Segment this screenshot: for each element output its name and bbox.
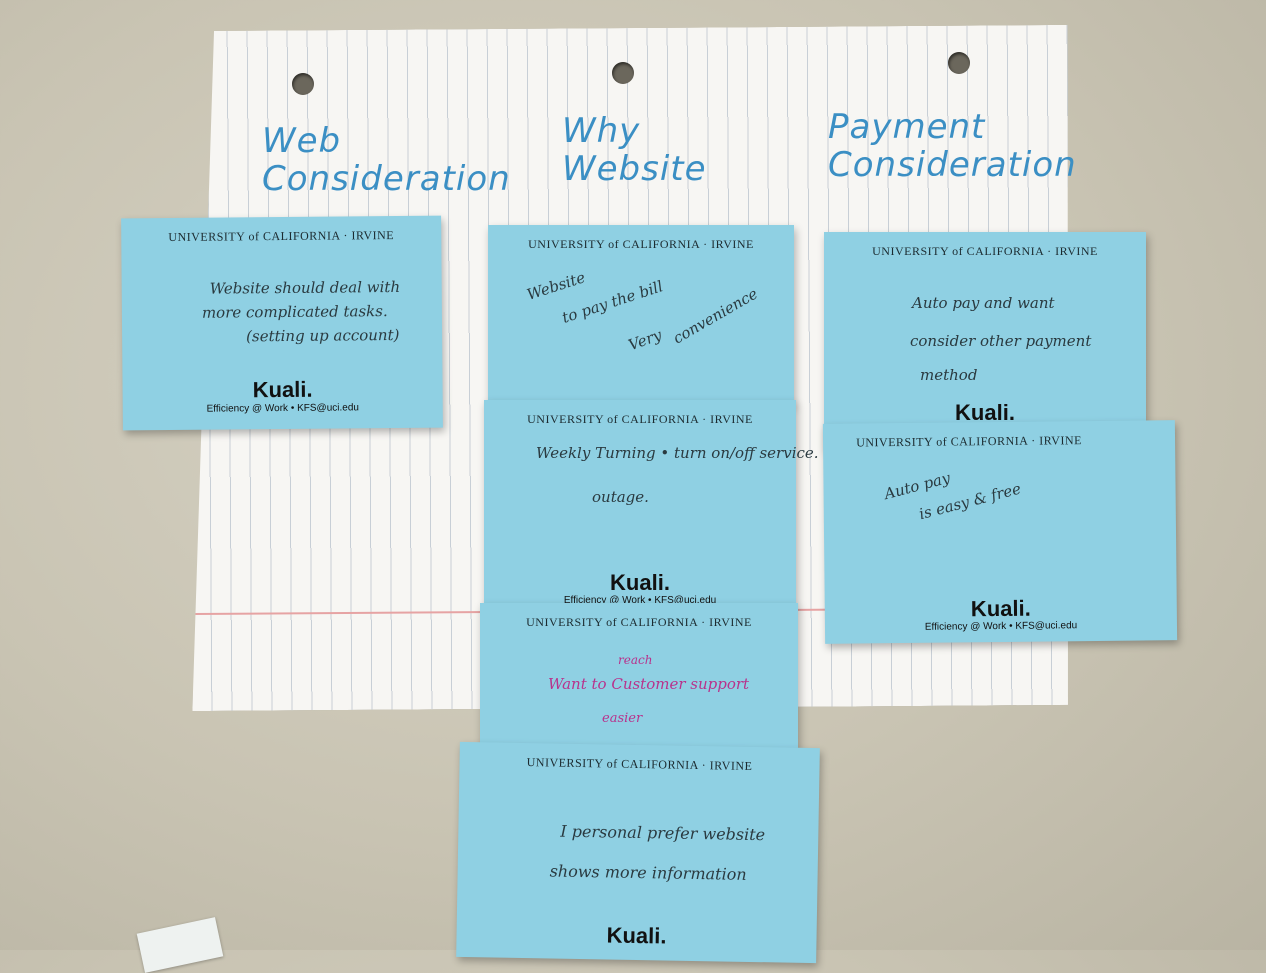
note-text-line: (setting up account) [246,325,400,346]
heading-line: Why Website [562,111,707,189]
punch-hole [948,52,970,74]
heading-payment-consideration: Payment Consideration [828,108,1077,184]
note-footer: Efficiency @ Work • KFS@uci.edu [924,620,1078,633]
note-header: UNIVERSITY of CALIFORNIA · IRVINE [856,433,1082,450]
note-text-line: Auto pay and want [912,294,1055,312]
sticky-note-payment-2: UNIVERSITY of CALIFORNIA · IRVINE Auto p… [822,420,1178,644]
note-text-line: convenience [669,284,761,348]
note-header: UNIVERSITY of CALIFORNIA · IRVINE [526,755,753,773]
sticky-note-payment-1: UNIVERSITY of CALIFORNIA · IRVINE Auto p… [824,232,1146,450]
heading-line: Web Consideration [262,121,511,199]
sticky-note-why-1: UNIVERSITY of CALIFORNIA · IRVINE Websit… [488,225,794,405]
heading-why-website: Why Website [562,112,707,188]
heading-web-consideration: Web Consideration [262,122,511,198]
note-header: UNIVERSITY of CALIFORNIA · IRVINE [168,228,395,244]
note-text-line: Very [625,325,665,355]
note-text-line: outage. [592,488,649,506]
heading-line: Payment Consideration [828,107,1077,185]
note-text-line: Website [524,268,588,304]
sticky-note-why-4: UNIVERSITY of CALIFORNIA · IRVINE I pers… [456,741,820,964]
note-header: UNIVERSITY of CALIFORNIA · IRVINE [872,244,1098,258]
note-header: UNIVERSITY of CALIFORNIA · IRVINE [528,237,754,251]
note-text-line: easier [602,711,643,726]
note-text-line: method [920,366,978,384]
note-header: UNIVERSITY of CALIFORNIA · IRVINE [527,412,753,426]
note-text-line: Auto pay [882,468,953,504]
note-text-line: Website should deal with [209,277,401,298]
note-text-line: I personal prefer website [560,821,766,845]
sticky-note-web-1: UNIVERSITY of CALIFORNIA · IRVINE Websit… [121,215,443,431]
note-header: UNIVERSITY of CALIFORNIA · IRVINE [526,615,752,629]
punch-hole [292,73,314,95]
paper-scrap [136,917,224,973]
kuali-logo: Kuali. [606,922,667,949]
kuali-logo: Kuali. [252,376,313,403]
note-text-line: more complicated tasks. [201,302,388,322]
note-text-line: reach [618,653,653,667]
note-footer: Efficiency @ Work • KFS@uci.edu [206,402,359,415]
note-text-line: shows more information [549,861,747,884]
note-text-line: Want to Customer support [548,675,750,693]
note-text-line: consider other payment [910,332,1092,350]
sticky-note-why-2: UNIVERSITY of CALIFORNIA · IRVINE Weekly… [484,400,819,606]
kuali-logo: Kuali. [610,570,670,595]
punch-hole [612,62,634,84]
